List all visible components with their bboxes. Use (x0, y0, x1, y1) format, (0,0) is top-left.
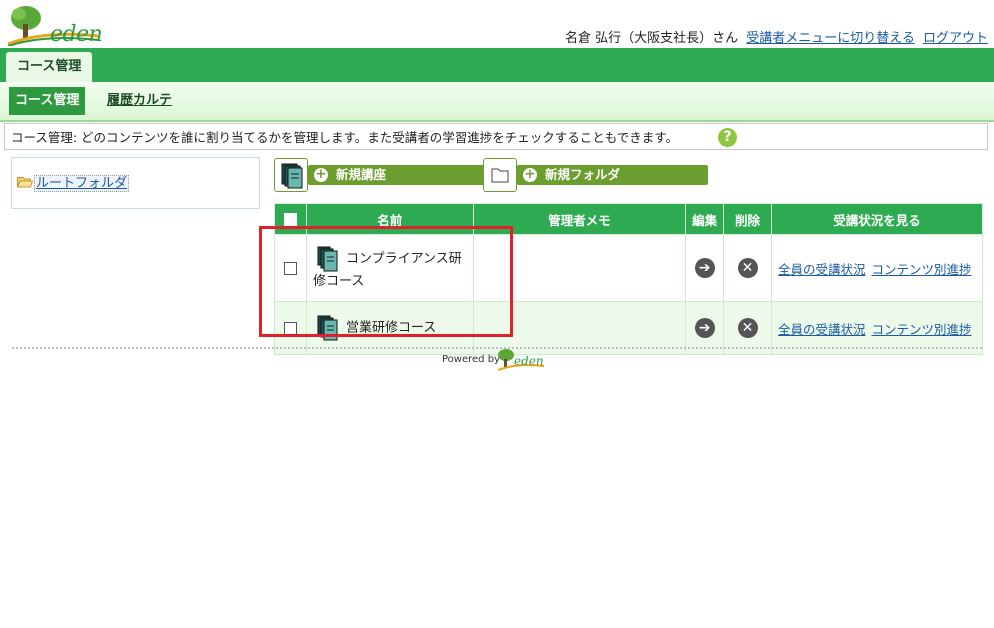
footer-logo-text: eden (514, 354, 544, 368)
switch-to-learner-menu-link[interactable]: 受講者メニューに切り替える (746, 31, 915, 46)
tree-item-root[interactable]: ルートフォルダ (17, 172, 130, 192)
info-bar: コース管理: どのコンテンツを誰に割り当てるかを管理します。また受講者の学習進捗… (4, 123, 988, 150)
course-name: 営業研修コース (345, 320, 437, 336)
close-icon[interactable]: ✕ (737, 258, 758, 278)
edit-cell: ➔ (685, 234, 725, 302)
sub-navigation: コース管理 履歴カルテ (0, 82, 994, 122)
header-memo: 管理者メモ (472, 203, 687, 235)
select-all-checkbox-cell[interactable] (274, 203, 307, 235)
tab-course-management[interactable]: コース管理 (6, 52, 93, 82)
new-course-label: 新規講座 (336, 167, 387, 182)
course-book-icon (317, 246, 338, 271)
folder-icon (483, 158, 517, 192)
subnav-course-management[interactable]: コース管理 (9, 87, 86, 115)
subnav-history-record-link[interactable]: 履歴カルテ (107, 87, 172, 115)
user-name: 名倉 弘行（大阪支社長）さん (564, 31, 739, 46)
all-members-status-link[interactable]: 全員の受講状況 (778, 322, 866, 337)
new-folder-label: 新規フォルダ (545, 167, 621, 182)
header-delete: 削除 (723, 203, 772, 235)
eden-logo[interactable]: eden (6, 4, 106, 47)
row-checkbox[interactable] (283, 321, 297, 335)
row-checkbox[interactable] (283, 261, 297, 275)
content-progress-link[interactable]: コンテンツ別進捗 (871, 262, 971, 277)
arrow-right-icon[interactable]: ➔ (694, 318, 715, 338)
powered-by-text: Powered by (442, 354, 500, 365)
all-members-status-link[interactable]: 全員の受講状況 (778, 262, 866, 277)
header-edit: 編集 (685, 203, 725, 235)
header: eden 名倉 弘行（大阪支社長）さん 受講者メニューに切り替える ログアウト (0, 0, 994, 48)
course-table: 名前 管理者メモ 編集 削除 受講状況を見る コンプライアンス研修コース ➔ ✕… (274, 203, 984, 355)
powered-by: Powered by eden (442, 349, 545, 371)
close-icon[interactable]: ✕ (737, 318, 758, 338)
logout-link[interactable]: ログアウト (923, 31, 988, 46)
row-checkbox-cell[interactable] (274, 234, 307, 302)
status-cell: 全員の受講状況 コンテンツ別進捗 (770, 234, 984, 302)
info-text: コース管理: どのコンテンツを誰に割り当てるかを管理します。また受講者の学習進捗… (11, 130, 679, 145)
course-book-icon (274, 158, 308, 192)
table-header-row: 名前 管理者メモ 編集 削除 受講状況を見る (274, 203, 984, 235)
header-name: 名前 (305, 203, 474, 235)
content-progress-link[interactable]: コンテンツ別進捗 (871, 322, 971, 337)
admin-memo-cell (472, 234, 687, 302)
arrow-right-icon[interactable]: ➔ (694, 258, 715, 278)
main-tab-bar: コース管理 (0, 48, 994, 82)
course-book-icon (317, 315, 338, 341)
plus-icon: + (523, 167, 537, 182)
question-icon[interactable]: ? (718, 128, 737, 147)
select-all-checkbox[interactable] (283, 212, 297, 226)
plus-icon: + (314, 167, 328, 182)
delete-cell: ✕ (723, 234, 772, 302)
header-status: 受講状況を見る (770, 203, 984, 235)
user-area: 名倉 弘行（大阪支社長）さん 受講者メニューに切り替える ログアウト (565, 27, 988, 46)
table-row: コンプライアンス研修コース ➔ ✕ 全員の受講状況 コンテンツ別進捗 (274, 234, 984, 302)
course-name-cell: コンプライアンス研修コース (305, 234, 474, 302)
open-folder-icon (17, 177, 33, 188)
logo-text: eden (50, 22, 103, 47)
root-folder-link[interactable]: ルートフォルダ (34, 175, 130, 192)
folder-tree: ルートフォルダ (11, 157, 260, 209)
eden-footer-logo: eden (496, 348, 546, 372)
